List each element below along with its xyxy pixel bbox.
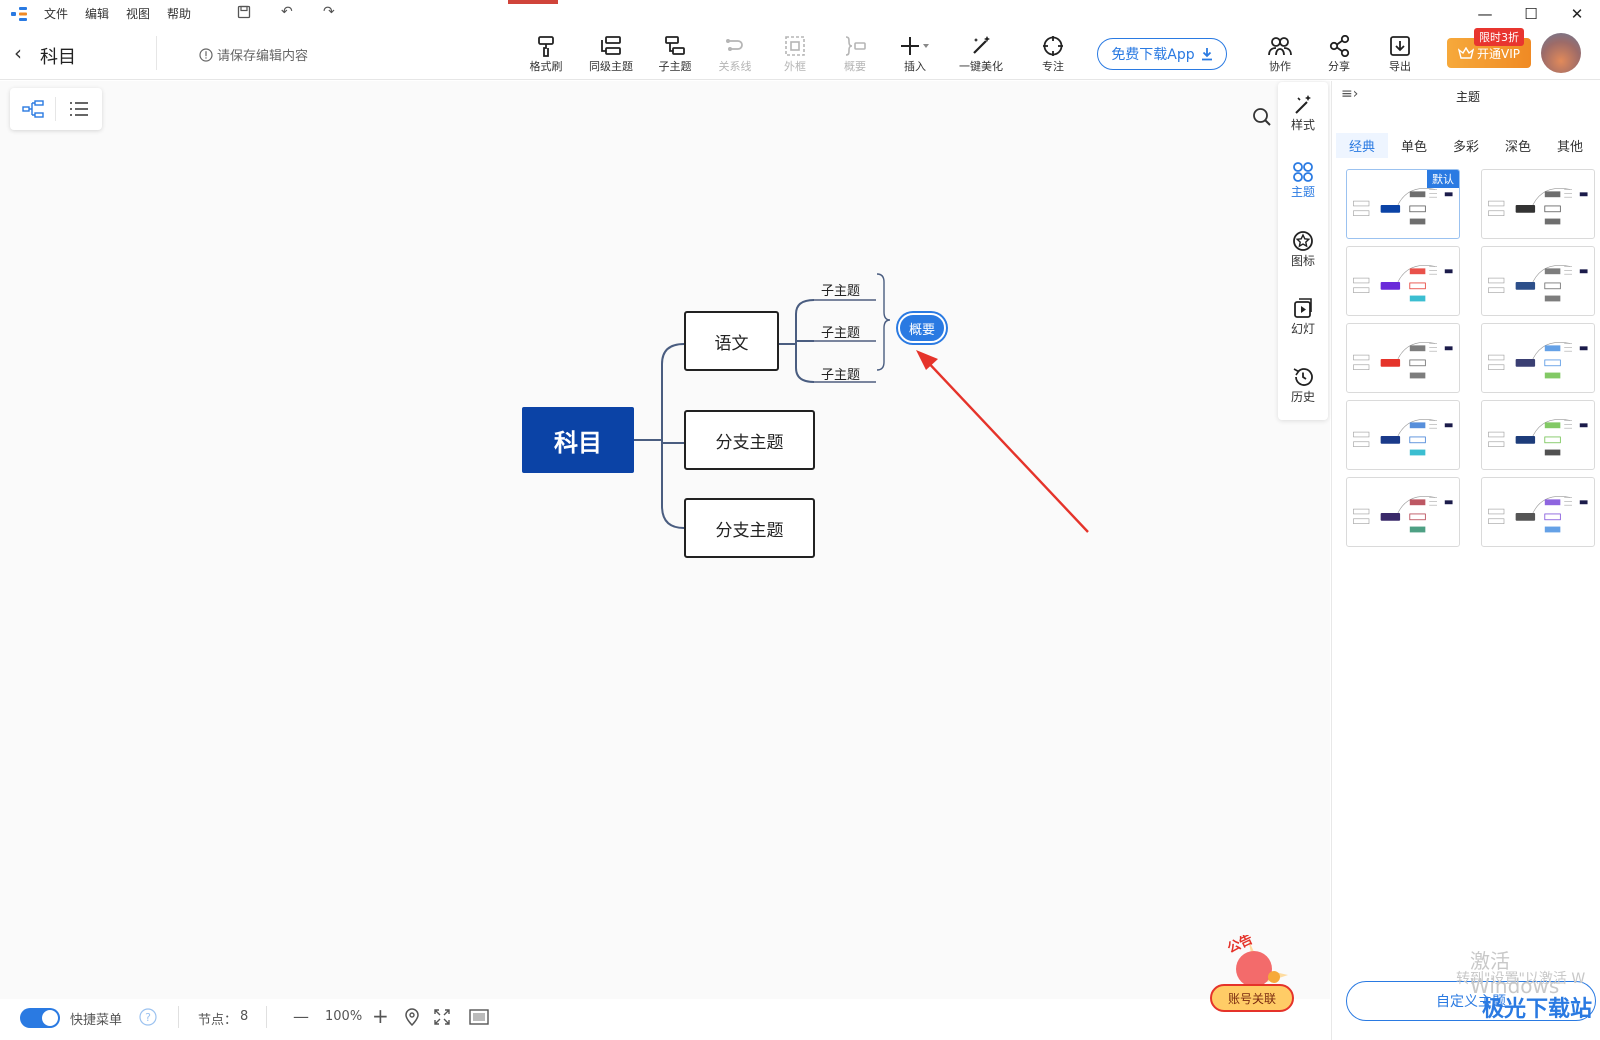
site-watermark: 极光下载站 bbox=[1482, 997, 1593, 1022]
side-theme-button[interactable]: 主题 bbox=[1278, 161, 1328, 200]
quick-menu-toggle[interactable] bbox=[20, 1008, 60, 1028]
side-history-label: 历史 bbox=[1290, 390, 1315, 404]
close-icon[interactable]: ✕ bbox=[1554, 0, 1600, 28]
style-icon bbox=[1295, 95, 1311, 114]
panel-title: 主题 bbox=[1456, 90, 1481, 104]
minimize-icon[interactable]: — bbox=[1462, 0, 1508, 28]
nodes-label: 节点： bbox=[198, 1013, 238, 1028]
share-icon bbox=[1328, 34, 1350, 58]
help-icon[interactable]: ? bbox=[139, 1008, 157, 1030]
windows-activation-hint: 转到"设置"以激活 W bbox=[1456, 971, 1586, 987]
theme-thumbnail[interactable] bbox=[1481, 477, 1595, 547]
theme-thumbnail[interactable] bbox=[1346, 246, 1460, 316]
mindmap-connectors bbox=[634, 273, 1089, 533]
icon-icon bbox=[1293, 231, 1313, 251]
branch-topic-2[interactable]: 分支主题 bbox=[684, 410, 815, 470]
side-icon-label: 图标 bbox=[1290, 254, 1315, 268]
theme-thumbnail[interactable] bbox=[1481, 169, 1595, 239]
crown-icon bbox=[1458, 47, 1474, 59]
subtopic-2[interactable]: 子主题 bbox=[821, 322, 860, 341]
summary-topic[interactable]: 概要 bbox=[898, 313, 946, 343]
root-topic[interactable]: 科目 bbox=[522, 407, 634, 473]
minimap-icon[interactable] bbox=[469, 1009, 489, 1029]
zoom-out-icon[interactable]: — bbox=[293, 1007, 309, 1026]
branch-topic-chinese[interactable]: 语文 bbox=[684, 311, 779, 371]
bottom-divider bbox=[266, 1006, 267, 1028]
share-label: 分享 bbox=[1328, 60, 1350, 73]
side-theme-label: 主题 bbox=[1290, 185, 1315, 199]
theme-thumbnail[interactable] bbox=[1346, 323, 1460, 393]
side-slides-button[interactable]: 幻灯 bbox=[1278, 298, 1328, 337]
subtopic-3[interactable]: 子主题 bbox=[821, 364, 860, 383]
default-theme-badge: 默认 bbox=[1427, 170, 1459, 188]
side-slides-label: 幻灯 bbox=[1290, 322, 1315, 336]
theme-thumbnail[interactable] bbox=[1481, 323, 1595, 393]
slides-icon bbox=[1294, 298, 1312, 318]
account-link-label: 账号关联 bbox=[1228, 992, 1277, 1006]
avatar[interactable] bbox=[1541, 33, 1581, 73]
arrow-head bbox=[916, 350, 938, 370]
fit-screen-icon[interactable] bbox=[434, 1009, 450, 1029]
export-icon bbox=[1389, 34, 1411, 58]
export-label: 导出 bbox=[1389, 60, 1411, 73]
announcement-widget[interactable]: 公告 账号关联 bbox=[1208, 931, 1300, 1015]
side-icon-button[interactable]: 图标 bbox=[1278, 230, 1328, 269]
nodes-count: 8 bbox=[240, 1009, 249, 1024]
zoom-level: 100% bbox=[325, 1009, 363, 1024]
locate-icon[interactable] bbox=[404, 1008, 420, 1030]
svg-text:?: ? bbox=[145, 1011, 151, 1024]
quick-menu-label: 快捷菜单 bbox=[70, 1013, 123, 1028]
zoom-in-icon[interactable]: + bbox=[372, 1004, 389, 1028]
subtopic-1[interactable]: 子主题 bbox=[821, 280, 860, 299]
theme-thumbnail[interactable] bbox=[1481, 400, 1595, 470]
export-button[interactable]: 导出 bbox=[1372, 34, 1428, 74]
bottom-divider bbox=[178, 1006, 179, 1028]
theme-thumbnail[interactable] bbox=[1481, 246, 1595, 316]
theme-thumbnail[interactable] bbox=[1346, 477, 1460, 547]
theme-tabs: 经典 单色 多彩 深色 其他 bbox=[1336, 133, 1596, 158]
side-style-button[interactable]: 样式 bbox=[1278, 94, 1328, 133]
tab-other[interactable]: 其他 bbox=[1544, 133, 1596, 158]
theme-icon bbox=[1293, 162, 1313, 182]
tab-classic[interactable]: 经典 bbox=[1336, 133, 1388, 158]
vip-label: 开通VIP bbox=[1477, 46, 1520, 61]
vip-discount-badge: 限时3折 bbox=[1474, 28, 1524, 46]
theme-thumbnail[interactable] bbox=[1346, 400, 1460, 470]
collapse-panel-icon[interactable]: ≡› bbox=[1341, 86, 1358, 102]
side-history-button[interactable]: 历史 bbox=[1278, 366, 1328, 405]
branch-topic-3[interactable]: 分支主题 bbox=[684, 498, 815, 558]
window-controls: — ☐ ✕ bbox=[1462, 0, 1600, 28]
history-icon bbox=[1293, 368, 1313, 386]
tab-colorful[interactable]: 多彩 bbox=[1440, 133, 1492, 158]
maximize-icon[interactable]: ☐ bbox=[1508, 0, 1554, 28]
tab-mono[interactable]: 单色 bbox=[1388, 133, 1440, 158]
side-style-label: 样式 bbox=[1290, 118, 1315, 132]
theme-thumbnail[interactable]: 默认 bbox=[1346, 169, 1460, 239]
tab-dark[interactable]: 深色 bbox=[1492, 133, 1544, 158]
